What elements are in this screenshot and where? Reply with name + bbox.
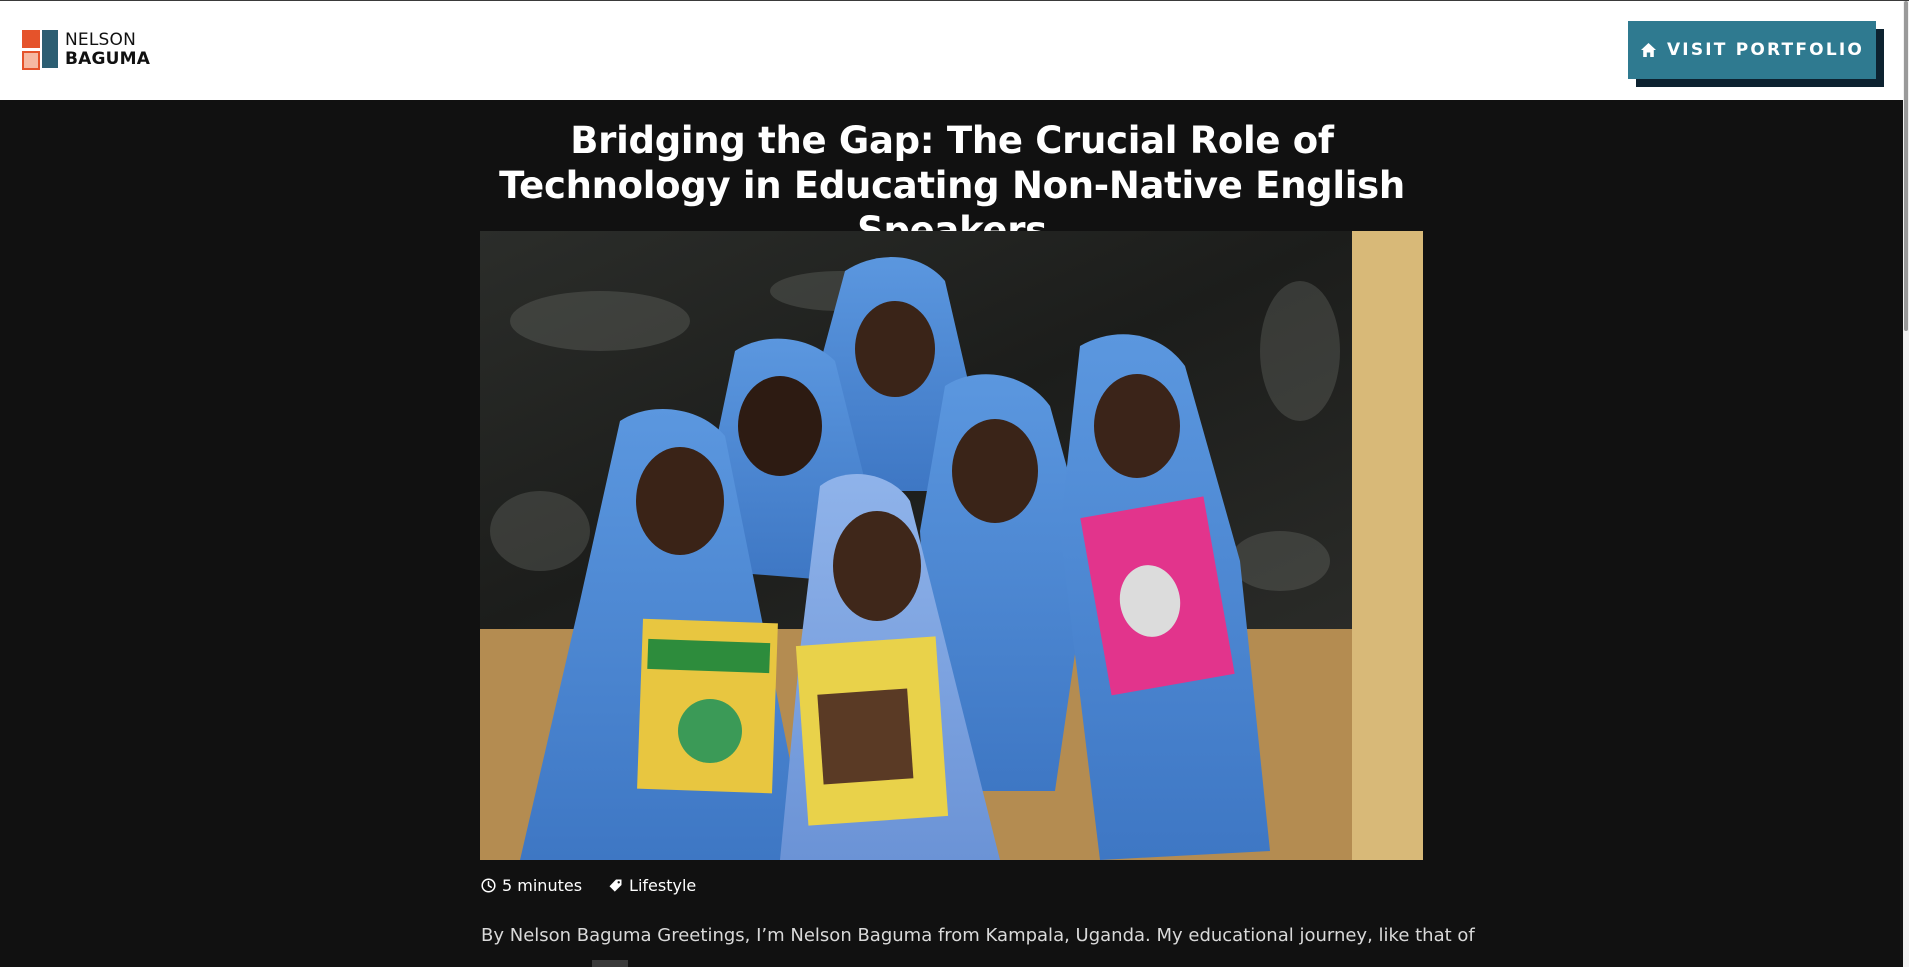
post-hero-image	[480, 231, 1423, 860]
page-scrollbar[interactable]	[1903, 1, 1909, 967]
bottom-indicator	[592, 960, 628, 967]
logo-square-peach	[22, 51, 40, 70]
logo-line-2: BAGUMA	[65, 49, 151, 69]
read-time-text: 5 minutes	[502, 876, 583, 895]
visit-portfolio-button[interactable]: VISIT PORTFOLIO	[1628, 21, 1876, 79]
tag-icon	[608, 878, 623, 893]
hero-photo-schoolgirls	[480, 231, 1423, 860]
logo-bar-teal	[42, 30, 58, 68]
visit-portfolio-label: VISIT PORTFOLIO	[1666, 40, 1865, 60]
post-excerpt: By Nelson Baguma Greetings, I’m Nelson B…	[481, 925, 1475, 946]
post-content: Bridging the Gap: The Crucial Role of Te…	[0, 100, 1903, 967]
category-link[interactable]: Lifestyle	[608, 876, 696, 895]
scrollbar-thumb[interactable]	[1904, 1, 1908, 331]
logo-wordmark: NELSON BAGUMA	[65, 31, 150, 69]
logo-mark	[22, 30, 58, 70]
read-time: 5 minutes	[481, 876, 582, 895]
home-icon	[1640, 42, 1657, 58]
category-text: Lifestyle	[629, 876, 697, 895]
site-logo[interactable]: NELSON BAGUMA	[22, 30, 150, 70]
logo-square-orange	[22, 30, 40, 48]
post-meta: 5 minutes Lifestyle	[481, 876, 722, 895]
logo-line-1: NELSON	[65, 30, 137, 50]
clock-icon	[481, 878, 496, 893]
portfolio-button-wrapper: VISIT PORTFOLIO	[1628, 21, 1884, 87]
site-header: NELSON BAGUMA VISIT PORTFOLIO	[0, 1, 1903, 100]
